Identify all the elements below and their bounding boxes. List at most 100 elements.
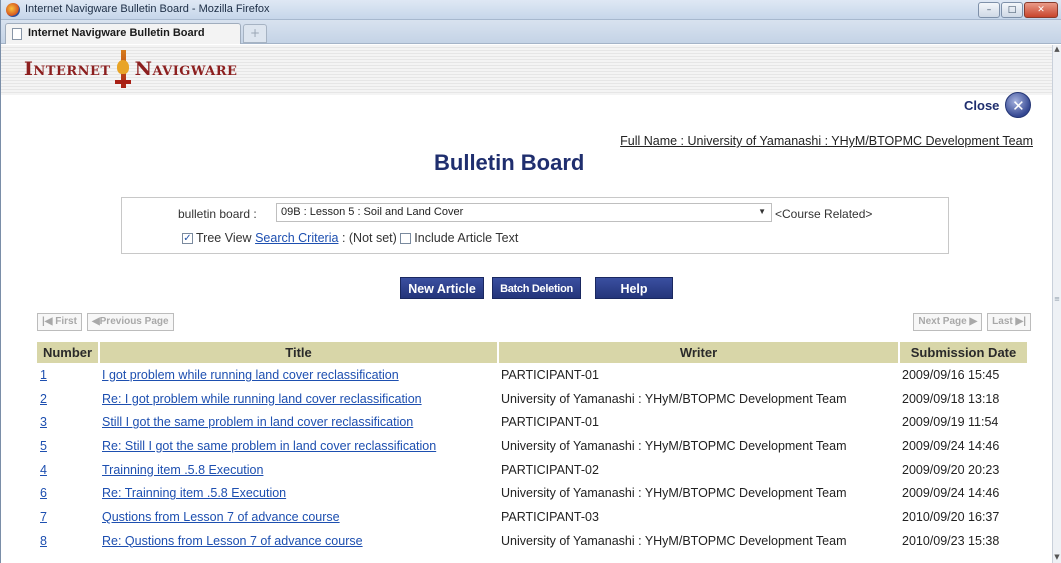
row-title-link[interactable]: I got problem while running land cover r… [102,368,399,382]
batch-deletion-button[interactable]: Batch Deletion [492,277,581,299]
window-title: Internet Navigware Bulletin Board - Mozi… [25,3,270,15]
title-bar: Internet Navigware Bulletin Board - Mozi… [1,0,1061,20]
minimize-button[interactable]: – [978,2,1000,18]
row-title-link[interactable]: Still I got the same problem in land cov… [102,415,413,429]
row-title-cell: Re: Trainning item .5.8 Execution [99,481,498,505]
logo-text-left: Internet [24,58,111,80]
board-label: bulletin board : [178,207,257,221]
table-row: 1 I got problem while running land cover … [37,363,1027,387]
row-title-cell: Qustions from Lesson 7 of advance course [99,505,498,529]
row-title-cell: Trainning item .5.8 Execution [99,458,498,482]
course-related-label: <Course Related> [775,207,873,221]
row-title-cell: I got problem while running land cover r… [99,363,498,387]
scroll-grip-icon[interactable]: ≡ [1054,295,1060,307]
column-header-writer[interactable]: Writer [498,342,900,363]
row-number-link[interactable]: 2 [40,392,47,406]
new-tab-button[interactable]: + [243,24,267,43]
row-number-link[interactable]: 5 [40,439,47,453]
table-row: 2 Re: I got problem while running land co… [37,387,1027,411]
board-selected-value: 09B : Lesson 5 : Soil and Land Cover [281,206,464,218]
tab-strip: Internet Navigware Bulletin Board + [1,20,1061,44]
close-label: Close [964,97,1000,113]
navigware-logo: Internet Navigware [24,49,237,89]
row-title-link[interactable]: Re: I got problem while running land cov… [102,392,422,406]
column-header-title[interactable]: Title [99,342,499,363]
column-header-submission-date[interactable]: Submission Date [899,342,1027,363]
scroll-down-icon[interactable]: ▼ [1053,553,1061,563]
table-row: 6 Re: Trainning item .5.8 Execution Univer… [37,481,1027,505]
row-title-link[interactable]: Re: Still I got the same problem in land… [102,439,436,453]
tree-view-checkbox[interactable]: ✓ [182,232,193,244]
page-icon [12,28,22,40]
last-page-button[interactable]: Last ▶| [987,313,1031,331]
board-filter-panel: bulletin board : 09B : Lesson 5 : Soil a… [121,197,949,254]
action-buttons: New Article Batch Deletion Help [400,277,673,299]
previous-page-button[interactable]: ◀Previous Page [86,313,174,331]
window-controls: – □ ✕ [978,2,1058,18]
window-close-button[interactable]: ✕ [1024,2,1058,18]
row-title-cell: Re: I got problem while running land cov… [99,387,498,411]
row-number-link[interactable]: 7 [40,510,47,524]
include-article-text-checkbox[interactable] [400,232,412,244]
row-writer: University of Yamanashi : YHyM/BTOPMC De… [501,486,847,501]
next-page-button[interactable]: Next Page ▶ [913,313,983,331]
row-title-link[interactable]: Trainning item .5.8 Execution [102,463,263,477]
table-row: 4 Trainning item .5.8 Execution PARTICIPAN… [37,458,1027,482]
row-submission-date: 2010/09/20 16:37 [902,509,1000,524]
row-number-link[interactable]: 6 [40,486,47,500]
board-select[interactable]: 09B : Lesson 5 : Soil and Land Cover ▼ [276,203,772,222]
options-row: ✓ Tree View Search Criteria : (Not set) … [182,231,518,245]
row-title-link[interactable]: Re: Trainning item .5.8 Execution [102,486,286,500]
row-number-cell: 7 [37,505,99,529]
row-writer: PARTICIPANT-01 [501,415,599,430]
navigware-flame-icon [114,50,131,88]
firefox-icon [6,3,20,17]
close-button[interactable]: Close ✕ [964,92,1032,118]
first-page-button[interactable]: |◀ First [37,313,82,331]
scroll-up-icon[interactable]: ▲ [1053,45,1061,55]
new-article-button[interactable]: New Article [400,277,484,299]
row-number-link[interactable]: 3 [40,415,47,429]
row-submission-date: 2009/09/19 11:54 [902,415,999,430]
row-writer: University of Yamanashi : YHyM/BTOPMC De… [501,438,847,453]
row-number-cell: 4 [37,458,99,482]
row-number-cell: 6 [37,481,99,505]
row-title-cell: Still I got the same problem in land cov… [99,410,498,434]
table-row: 7 Qustions from Lesson 7 of advance cours… [37,505,1027,529]
include-article-text-label: Include Article Text [414,231,519,245]
column-header-number[interactable]: Number [37,342,100,363]
row-number-cell: 8 [37,529,99,553]
row-submission-date: 2010/09/23 15:38 [902,533,1000,548]
tab-bulletin-board[interactable]: Internet Navigware Bulletin Board [5,23,241,44]
vertical-scrollbar[interactable]: ▲ ≡ ▼ [1052,45,1061,563]
row-submission-date: 2009/09/24 14:46 [902,438,1000,453]
help-button[interactable]: Help [595,277,673,299]
maximize-button[interactable]: □ [1001,2,1023,18]
search-criteria-status: : (Not set) [341,231,397,245]
row-writer: PARTICIPANT-03 [501,509,599,524]
row-writer: PARTICIPANT-01 [501,367,599,382]
close-circle-icon[interactable]: ✕ [1005,92,1032,118]
row-title-link[interactable]: Re: Qustions from Lesson 7 of advance co… [102,534,363,548]
pager-right: Next Page ▶ Last ▶| [913,313,1031,331]
page-content: Internet Navigware Close ✕ Full Name : U… [1,45,1053,563]
row-number-link[interactable]: 8 [40,534,47,548]
row-number-cell: 3 [37,410,99,434]
pager-left: |◀ First ◀Previous Page [37,313,174,331]
tab-label: Internet Navigware Bulletin Board [28,27,205,39]
table-row: 3 Still I got the same problem in land co… [37,410,1027,434]
row-submission-date: 2009/09/18 13:18 [902,391,1000,406]
search-criteria-link[interactable]: Search Criteria [255,231,338,245]
row-submission-date: 2009/09/16 15:45 [902,367,1000,382]
row-number-cell: 2 [37,387,99,411]
row-title-cell: Re: Still I got the same problem in land… [99,434,498,458]
row-writer: University of Yamanashi : YHyM/BTOPMC De… [501,533,847,548]
row-title-link[interactable]: Qustions from Lesson 7 of advance course [102,510,340,524]
table-row: 8 Re: Qustions from Lesson 7 of advance c… [37,529,1027,553]
row-number-link[interactable]: 4 [40,463,47,477]
tree-view-label: Tree View [196,231,252,245]
row-number-link[interactable]: 1 [40,368,47,382]
logo-text-right: Navigware [134,58,238,80]
table-header-row: Number Title Writer Submission Date [37,342,1027,363]
row-submission-date: 2009/09/20 20:23 [902,462,1000,477]
